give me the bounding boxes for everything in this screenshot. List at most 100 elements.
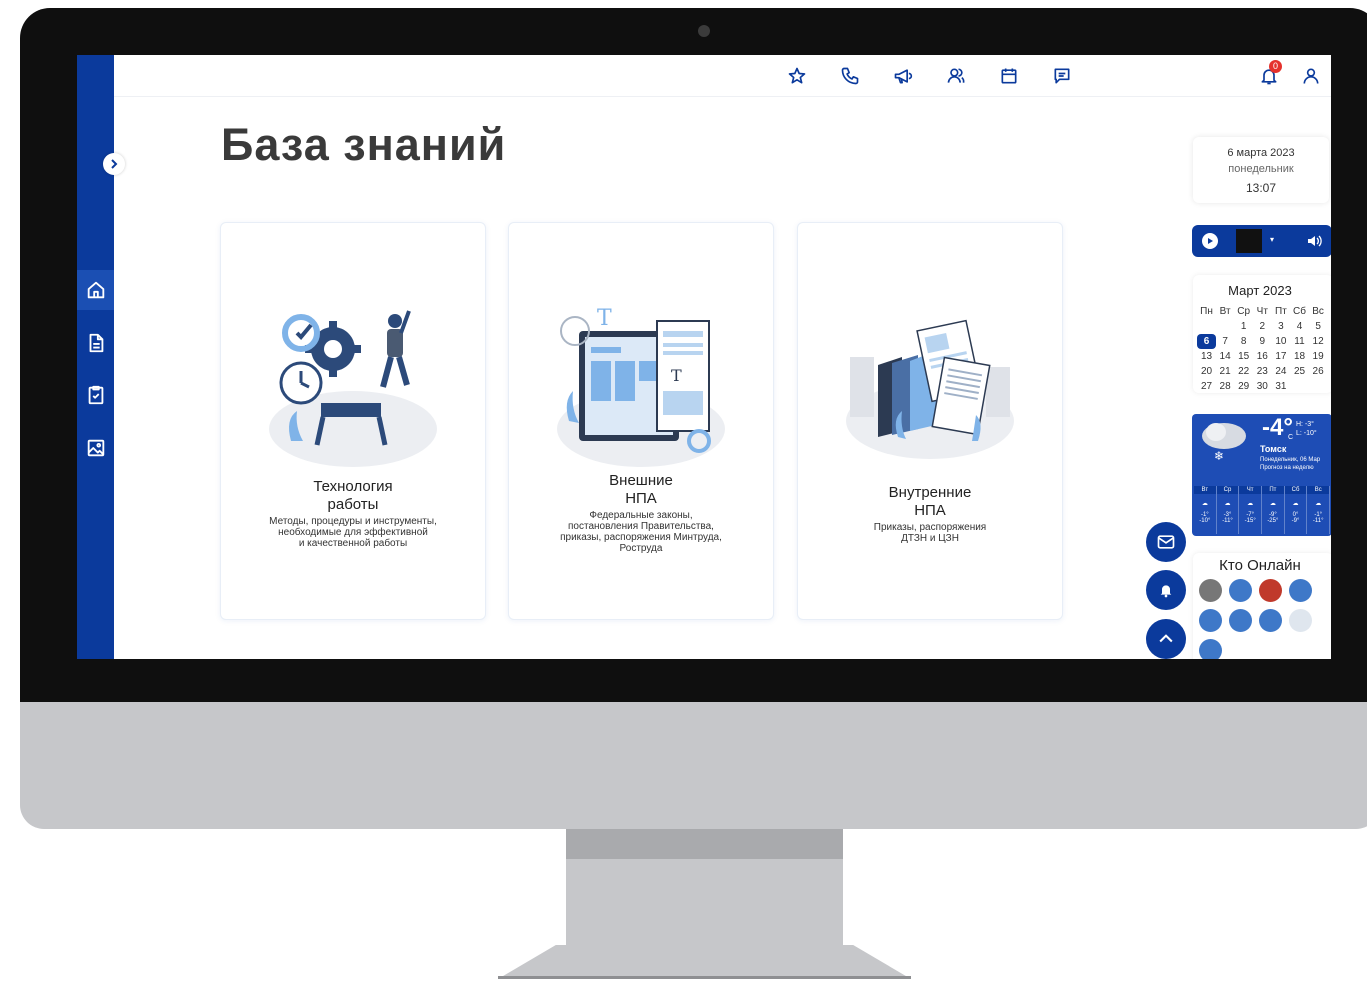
sidebar-item-tasks[interactable] [77, 375, 114, 415]
volume-button[interactable] [1306, 233, 1322, 254]
play-button[interactable] [1202, 233, 1218, 249]
avatar[interactable] [1199, 579, 1222, 602]
weather-high-low: H: -3° L: -10° [1296, 420, 1317, 438]
calendar-day[interactable]: 10 [1271, 334, 1290, 349]
notification-badge: 0 [1269, 60, 1282, 73]
notifications-fab[interactable] [1146, 570, 1186, 610]
calendar-day[interactable]: 4 [1290, 319, 1309, 334]
card-work-technology[interactable]: Технология работы Методы, процедуры и ин… [220, 222, 486, 620]
chevron-up-icon [1159, 634, 1173, 643]
stand-neck [566, 859, 843, 953]
sidebar-item-documents[interactable] [77, 323, 114, 363]
avatar[interactable] [1229, 579, 1252, 602]
calendar-day[interactable]: 19 [1309, 349, 1328, 364]
snow-cloud-icon: ☁ [1269, 500, 1276, 507]
card-description: Приказы, распоряжения ДТЗН и ЦЗН [873, 522, 987, 544]
forecast-day: Вс ☁ -1° -11° [1307, 486, 1331, 534]
notifications-button[interactable]: 0 [1257, 60, 1282, 88]
forecast-day-name: Пт [1262, 486, 1284, 494]
avatar[interactable] [1199, 609, 1222, 632]
avatar[interactable] [1259, 579, 1282, 602]
calendar-day[interactable]: 27 [1197, 379, 1216, 394]
scroll-top-fab[interactable] [1146, 619, 1186, 659]
work-technology-illustration [269, 310, 437, 467]
screen: 0 База знаний Технология работы Методы, … [77, 55, 1331, 659]
messages-button[interactable] [1050, 64, 1074, 88]
calendar-day[interactable]: 26 [1309, 364, 1328, 379]
sidebar-item-gallery[interactable] [77, 428, 114, 468]
sidebar-item-home[interactable] [77, 270, 114, 310]
stand-neck-shadow [566, 829, 843, 859]
calendar-day[interactable]: 14 [1216, 349, 1235, 364]
announcements-button[interactable] [891, 64, 915, 88]
phone-icon [841, 67, 859, 85]
calendar-day[interactable]: 29 [1234, 379, 1253, 394]
forecast-day: Сб ☁ 0° -9° [1284, 486, 1308, 534]
calendar-day[interactable]: 12 [1309, 334, 1328, 349]
calendar-weekday: Сб [1293, 306, 1306, 317]
card-external-npa[interactable]: T T Внешние НПА Федеральные законы, пост… [508, 222, 774, 620]
calendar-day[interactable]: 23 [1253, 364, 1272, 379]
calendar-day[interactable]: 21 [1216, 364, 1235, 379]
calendar-day[interactable]: 5 [1309, 319, 1328, 334]
calendar-day[interactable]: 8 [1234, 334, 1253, 349]
calendar-day[interactable]: 17 [1271, 349, 1290, 364]
forecast-low: -25° [1267, 518, 1279, 524]
calendar-day[interactable]: 1 [1234, 319, 1253, 334]
chat-icon [1054, 68, 1070, 84]
current-time: 13:07 [1245, 181, 1277, 195]
forecast-day-name: Чт [1239, 486, 1262, 494]
calendar-button[interactable] [997, 64, 1021, 88]
calendar-day[interactable]: 9 [1253, 334, 1272, 349]
users-button[interactable] [944, 64, 968, 88]
calendar-day [1216, 319, 1235, 334]
avatar[interactable] [1199, 639, 1222, 659]
forecast-temps: -7° -15° [1239, 512, 1261, 524]
megaphone-icon [894, 69, 913, 84]
mail-fab[interactable] [1146, 522, 1186, 562]
snow-cloud-icon: ☁ [1247, 500, 1254, 507]
forecast-low: -11° [1222, 518, 1233, 524]
forecast-day: Ср ☁ -3° -11° [1216, 486, 1240, 534]
who-online-widget: Кто Онлайн [1193, 553, 1331, 659]
stand-base [498, 945, 911, 979]
favorites-button[interactable] [785, 64, 809, 88]
weather-date-text: Понедельник, 06 Мар [1260, 457, 1321, 463]
svg-text:❄: ❄ [1214, 449, 1224, 463]
calendar-day[interactable]: 20 [1197, 364, 1216, 379]
users-icon [947, 68, 965, 83]
profile-button[interactable] [1299, 64, 1323, 88]
forecast-day: Пт ☁ -9° -25° [1262, 486, 1285, 534]
calendar-day[interactable]: 13 [1197, 349, 1216, 364]
weather-forecast-label: Прогноз на неделю [1260, 465, 1314, 471]
calendar-day[interactable]: 7 [1216, 334, 1235, 349]
avatar[interactable] [1229, 609, 1252, 632]
phone-button[interactable] [838, 64, 862, 88]
calendar-day[interactable]: 3 [1271, 319, 1290, 334]
calendar-day[interactable]: 28 [1216, 379, 1235, 394]
star-icon [788, 67, 806, 84]
calendar-day[interactable]: 30 [1253, 379, 1272, 394]
avatar[interactable] [1289, 579, 1312, 602]
avatar[interactable] [1259, 609, 1282, 632]
radio-player: ▾ [1192, 225, 1331, 257]
calendar-day[interactable]: 25 [1290, 364, 1309, 379]
calendar-day[interactable]: 31 [1271, 379, 1290, 394]
calendar-day[interactable]: 2 [1253, 319, 1272, 334]
avatar[interactable] [1289, 609, 1312, 632]
card-internal-npa[interactable]: Внутренние НПА Приказы, распоряжения ДТЗ… [797, 222, 1063, 620]
sidebar-toggle-button[interactable] [103, 153, 125, 175]
calendar-day[interactable]: 11 [1290, 334, 1309, 349]
speaker-icon [1308, 235, 1322, 247]
calendar-day[interactable]: 16 [1253, 349, 1272, 364]
card-description: Федеральные законы, постановления Правит… [560, 510, 722, 554]
calendar-day[interactable]: 15 [1234, 349, 1253, 364]
station-dropdown-icon[interactable]: ▾ [1270, 235, 1274, 244]
calendar-day[interactable]: 18 [1290, 349, 1309, 364]
weather-high: H: -3° [1296, 421, 1314, 428]
calendar-day[interactable]: 24 [1271, 364, 1290, 379]
calendar-day[interactable]: 22 [1234, 364, 1253, 379]
forecast-day-name: Сб [1284, 486, 1307, 494]
calendar-day[interactable]: 6 [1197, 334, 1216, 349]
chevron-right-icon [111, 159, 118, 169]
